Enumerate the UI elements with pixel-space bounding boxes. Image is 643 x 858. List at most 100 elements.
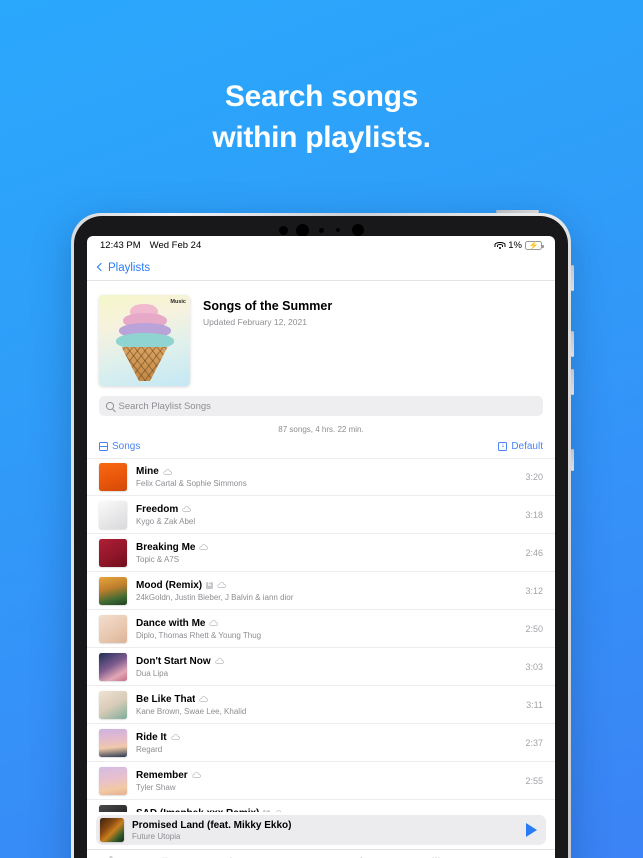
device-screen: 12:43 PM Wed Feb 24 1% ⚡ Playlists Music… (87, 236, 555, 858)
power-button[interactable] (496, 210, 539, 213)
cloud-download-icon[interactable] (217, 582, 226, 588)
volume-button-1[interactable] (571, 265, 574, 291)
list-icon (99, 442, 108, 451)
song-row[interactable]: SAD (Imanbek xxx Remix)ERasster & Erin B… (87, 800, 555, 812)
cloud-download-icon[interactable] (170, 734, 180, 740)
navigation-bar: Playlists (87, 255, 555, 281)
playlist-detail-content: Music Songs of the Summer Updated Februa… (87, 281, 555, 812)
status-bar: 12:43 PM Wed Feb 24 1% ⚡ (87, 236, 555, 255)
headline-line-1: Search songs (224, 80, 419, 113)
indicator-led-icon (319, 228, 324, 233)
song-artwork (99, 538, 127, 567)
volume-button-4[interactable] (571, 449, 574, 471)
apple-music-badge: Music (170, 299, 186, 305)
song-duration: 3:20 (525, 472, 543, 482)
song-list[interactable]: Mine Felix Cartal & Sophie Simmons 3:20 Fre… (87, 458, 555, 812)
sort-order-button[interactable]: Default (498, 440, 543, 452)
song-artwork (99, 804, 127, 812)
song-row[interactable]: Dance with Me Diplo, Thomas Rhett & Young… (87, 610, 555, 648)
song-title: Don't Start Now (136, 655, 211, 667)
search-icon (106, 402, 114, 410)
song-artist: Felix Cartal & Sophie Simmons (136, 479, 247, 488)
cloud-download-icon[interactable] (182, 506, 192, 512)
song-title: Mood (Remix) (136, 579, 203, 591)
song-row[interactable]: Freedom Kygo & Zak Abel 3:18 (87, 496, 555, 534)
song-row[interactable]: Mood (Remix) E 24kGoldn, Justin Bieber, J … (87, 572, 555, 610)
song-title: Ride It (136, 731, 167, 743)
now-playing-title: Promised Land (feat. Mikky Ekko) (132, 819, 292, 831)
song-title: Freedom (136, 503, 179, 515)
promo-headline: Search songs within playlists. (0, 76, 643, 159)
headline-line-2: within playlists. (212, 121, 431, 155)
songs-view-label: Songs (112, 441, 141, 452)
song-title: Breaking Me (136, 541, 196, 553)
song-artist: Regard (136, 744, 163, 754)
song-duration: 2:55 (525, 775, 543, 786)
song-row[interactable]: Breaking Me Topic & A7S 2:46 (87, 534, 555, 572)
now-playing-artwork (100, 818, 124, 842)
sort-order-label: Default (511, 441, 543, 452)
cloud-download-icon[interactable] (209, 620, 219, 626)
battery-charging-icon: ⚡ (525, 241, 544, 250)
playlist-header: Music Songs of the Summer Updated Februa… (87, 281, 555, 396)
song-artwork (99, 766, 127, 795)
cloud-download-icon[interactable] (199, 696, 209, 702)
status-time: 12:43 PM (100, 240, 141, 251)
device-bezel: 12:43 PM Wed Feb 24 1% ⚡ Playlists Music… (74, 216, 568, 858)
search-placeholder: Search Playlist Songs (118, 400, 211, 412)
song-artwork (99, 652, 127, 681)
song-artwork (99, 500, 127, 529)
song-duration: 3:03 (525, 661, 543, 672)
song-duration: 2:50 (525, 623, 543, 634)
song-title: SAD (Imanbek xxx Remix) (136, 808, 259, 813)
song-artwork (99, 614, 127, 643)
now-playing-bar[interactable]: Promised Land (feat. Mikky Ekko) Future … (96, 815, 546, 845)
song-duration: 3:11 (526, 699, 543, 710)
song-title: Be Like That (136, 693, 196, 705)
cloud-download-icon[interactable] (214, 658, 224, 664)
explicit-badge-icon: E (206, 581, 214, 589)
playlist-updated-date: Updated February 12, 2021 (203, 317, 307, 327)
song-duration: 3:12 (525, 585, 543, 596)
playlist-title: Songs of the Summer (203, 299, 333, 313)
search-input[interactable]: Search Playlist Songs (99, 396, 543, 416)
song-row[interactable]: Remember Tyler Shaw 2:55 (87, 762, 555, 800)
song-row[interactable]: Ride It Regard 2:37 (87, 724, 555, 762)
volume-button-2[interactable] (571, 331, 574, 357)
song-artwork (99, 576, 127, 605)
wifi-icon (494, 241, 506, 250)
list-controls-row: Songs Default (87, 440, 555, 458)
battery-percent-label: 1% (508, 240, 522, 251)
song-title: Mine (136, 466, 159, 477)
ambient-light-sensor-icon (352, 224, 364, 236)
waffle-cone-icon (121, 347, 168, 381)
song-artist: Kygo & Zak Abel (136, 516, 196, 526)
sensor-dot-icon (279, 226, 288, 235)
cloud-download-icon[interactable] (192, 772, 201, 778)
song-artist: Topic & A7S (136, 554, 180, 564)
tablet-device-frame: 12:43 PM Wed Feb 24 1% ⚡ Playlists Music… (71, 210, 574, 858)
playlist-stats-label: 87 songs, 4 hrs. 22 min. (278, 425, 364, 434)
songs-view-button[interactable]: Songs (99, 441, 140, 452)
song-artist: 24kGoldn, Justin Bieber, J Balvin & iann… (136, 592, 294, 602)
song-duration: 2:37 (525, 737, 543, 748)
cloud-download-icon[interactable] (199, 544, 209, 550)
song-row[interactable]: Don't Start Now Dua Lipa 3:03 (87, 648, 555, 686)
song-title: Dance with Me (136, 617, 206, 629)
song-title: Remember (136, 769, 188, 781)
volume-button-3[interactable] (571, 369, 574, 395)
cloud-download-icon[interactable] (274, 810, 283, 812)
play-icon[interactable] (526, 823, 537, 837)
song-artist: Diplo, Thomas Rhett & Young Thug (136, 630, 262, 640)
playlist-cover-art: Music (99, 295, 190, 386)
back-button-label: Playlists (108, 261, 151, 274)
song-artist: Tyler Shaw (136, 782, 176, 792)
song-row[interactable]: Mine Felix Cartal & Sophie Simmons 3:20 (87, 458, 555, 496)
back-button[interactable]: Playlists (96, 261, 151, 274)
tab-bar: ArtistsAlbumsSongsPlaylistsComposersGenr… (87, 849, 555, 858)
cloud-download-icon[interactable] (163, 468, 172, 475)
status-date: Wed Feb 24 (149, 240, 202, 251)
song-row[interactable]: Be Like That Kane Brown, Swae Lee, Khalid… (87, 686, 555, 724)
front-sensor-array (74, 224, 568, 237)
song-duration: 3:18 (525, 509, 543, 520)
